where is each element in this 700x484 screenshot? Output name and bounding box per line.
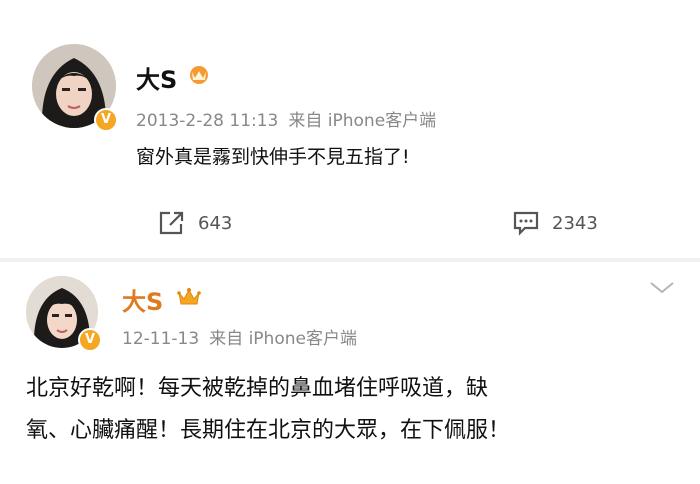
post-text-line-1: 北京好乾啊！每天被乾掉的鼻血堵住呼吸道，缺: [26, 376, 489, 401]
crown-icon: [190, 66, 208, 84]
post-text: 窗外真是霧到快伸手不見五指了!: [136, 146, 410, 168]
comment-icon: [513, 211, 539, 236]
timestamp[interactable]: 2013-2-28 11:13: [136, 111, 278, 131]
post-meta: 12-11-13 来自 iPhone客户端: [122, 324, 367, 349]
user-name[interactable]: 大S: [136, 60, 177, 95]
chevron-down-icon[interactable]: [648, 280, 676, 296]
user-name[interactable]: 大S: [122, 282, 163, 317]
post-text-line-2: 氧、心臟痛醒！長期住在北京的大眾，在下佩服！: [26, 418, 511, 443]
source-label: 来自 iPhone客户端: [288, 111, 437, 131]
weibo-post-2: V 大S 12-11-13 来自 iPhone客户端 北京好乾啊！每天被乾掉的鼻血…: [0, 262, 700, 484]
weibo-post-1: V 大S 2013-2-28 11:13 来自 iPhone客户端 窗外真是霧到快…: [0, 0, 700, 262]
comment-button[interactable]: 2343: [512, 210, 598, 236]
repost-count: 643: [198, 212, 233, 234]
timestamp[interactable]: 12-11-13: [122, 329, 199, 349]
post-meta: 2013-2-28 11:13 来自 iPhone客户端: [136, 106, 446, 131]
source-label: 来自 iPhone客户端: [209, 329, 357, 349]
repost-button[interactable]: 643: [158, 210, 232, 236]
crown-icon: [177, 288, 201, 305]
comment-count: 2343: [552, 212, 598, 234]
repost-icon: [159, 211, 184, 235]
verified-icon: V: [94, 108, 118, 132]
verified-icon: V: [78, 328, 102, 352]
